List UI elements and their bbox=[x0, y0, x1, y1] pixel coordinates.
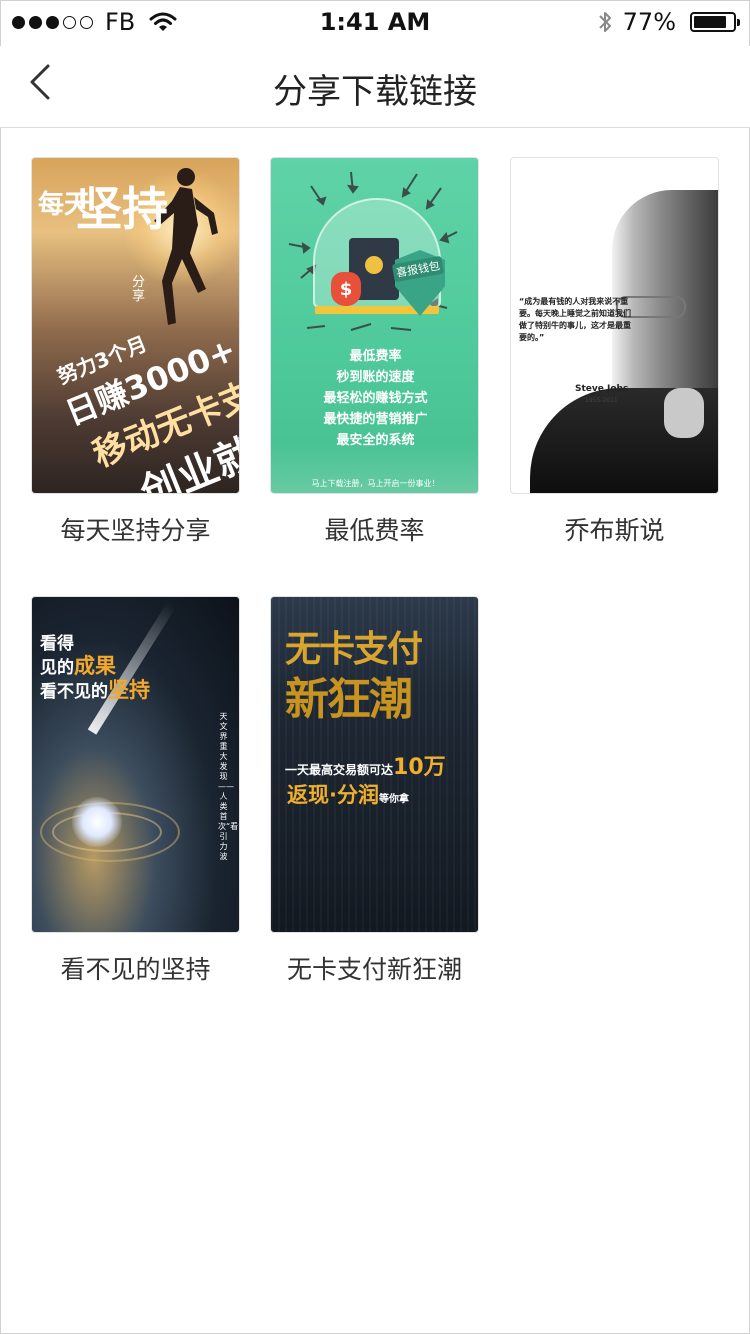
poster-card-2[interactable]: $ 喜报钱包 最低费率 秒到账的速度 最轻松的赚钱方式 最快捷的营销推广 最安全… bbox=[270, 157, 479, 545]
poster5-line2a: 返现·分润 bbox=[287, 783, 379, 807]
poster2-line: 最低费率 bbox=[349, 349, 402, 364]
poster2-lines: 最低费率 秒到账的速度 最轻松的赚钱方式 最快捷的营销推广 最安全的系统 bbox=[271, 346, 478, 451]
poster-image: $ 喜报钱包 最低费率 秒到账的速度 最轻松的赚钱方式 最快捷的营销推广 最安全… bbox=[270, 157, 479, 494]
poster4-line2b: 成果 bbox=[74, 654, 116, 678]
poster3-quote: “成为最有钱的人对我来说不重要。每天晚上睡觉之前知道我们做了特别牛的事儿，这才是… bbox=[519, 297, 631, 342]
poster4-line3b: 坚持 bbox=[108, 678, 150, 702]
poster2-line: 最轻松的赚钱方式 bbox=[323, 391, 428, 406]
poster-image: “成为最有钱的人对我来说不重要。每天晚上睡觉之前知道我们做了特别牛的事儿，这才是… bbox=[510, 157, 719, 494]
poster4-line1: 看得 bbox=[40, 634, 74, 654]
poster1-line2: 坚持 bbox=[76, 182, 168, 236]
poster5-line1b: 10万 bbox=[393, 755, 446, 780]
poster-caption: 乔布斯说 bbox=[564, 516, 665, 545]
poster4-line3: 看不见的坚持 bbox=[40, 679, 150, 703]
safe-dial bbox=[365, 256, 383, 274]
poster-image: 每天 坚持 分享 努力3个月 日赚3000+ 移动无卡支付 创业就是这么简单! bbox=[31, 157, 240, 494]
poster2-line: 最快捷的营销推广 bbox=[323, 412, 428, 427]
page-title: 分享下载链接 bbox=[273, 72, 477, 112]
poster5-line2: 返现·分润等你拿 bbox=[287, 779, 409, 809]
nav-bar: 分享下载链接 bbox=[0, 46, 750, 128]
poster2-line: 秒到账的速度 bbox=[336, 370, 415, 385]
poster4-headline: 看得 见的成果 看不见的坚持 bbox=[40, 633, 150, 703]
poster-card-5[interactable]: 无卡支付 新狂潮 一天最高交易额可达10万 返现·分润等你拿 无卡支付新狂潮 bbox=[270, 596, 479, 984]
portrait-hand bbox=[664, 388, 704, 438]
poster5-gold2: 新狂潮 bbox=[285, 674, 413, 725]
star-glow bbox=[72, 797, 122, 847]
poster5-line1: 一天最高交易额可达10万 bbox=[285, 749, 446, 781]
poster-image: 无卡支付 新狂潮 一天最高交易额可达10万 返现·分润等你拿 bbox=[270, 596, 479, 933]
battery-icon bbox=[690, 12, 740, 32]
bluetooth-icon bbox=[598, 12, 611, 32]
poster-caption: 无卡支付新狂潮 bbox=[286, 955, 462, 984]
poster3-years: 1955-2011 bbox=[585, 397, 618, 404]
poster2-footer-text: 马上下载注册，马上开启一份事业！ bbox=[311, 479, 440, 488]
poster3-author: Steve Jobs bbox=[575, 384, 629, 394]
poster-card-3[interactable]: “成为最有钱的人对我来说不重要。每天晚上睡觉之前知道我们做了特别牛的事儿，这才是… bbox=[510, 157, 719, 545]
battery-level bbox=[694, 16, 727, 28]
poster4-vertical-text: 天文界重大发现——人类首次“看”到引力波 bbox=[218, 712, 239, 861]
money-bag-icon: $ bbox=[331, 272, 361, 306]
poster5-gold1: 无卡支付 bbox=[285, 629, 423, 670]
battery-percent: 77% bbox=[622, 8, 676, 36]
poster-image: 看得 见的成果 看不见的坚持 天文界重大发现——人类首次“看”到引力波 bbox=[31, 596, 240, 933]
status-bar: FB 1:41 AM 77% bbox=[0, 0, 750, 46]
poster5-line1a: 一天最高交易额可达 bbox=[285, 763, 394, 777]
poster4-line2: 见的成果 bbox=[40, 655, 150, 679]
poster-card-1[interactable]: 每天 坚持 分享 努力3个月 日赚3000+ 移动无卡支付 创业就是这么简单! … bbox=[31, 157, 240, 545]
battery-tip bbox=[737, 19, 740, 26]
poster4-line2a: 见的 bbox=[40, 658, 74, 678]
poster4-line3a: 看不见的 bbox=[40, 682, 108, 702]
status-right: 77% bbox=[597, 8, 740, 36]
poster-card-4[interactable]: 看得 见的成果 看不见的坚持 天文界重大发现——人类首次“看”到引力波 看不见的… bbox=[31, 596, 240, 984]
poster5-line2b: 等你拿 bbox=[378, 794, 409, 805]
